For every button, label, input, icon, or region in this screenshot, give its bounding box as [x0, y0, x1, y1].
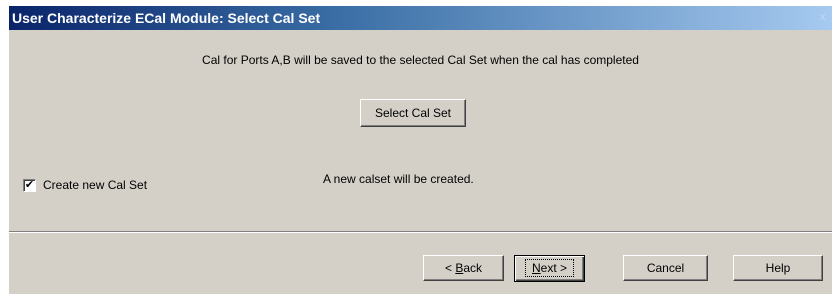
next-mnemonic: N [531, 261, 541, 275]
dialog-title: User Characterize ECal Module: Select Ca… [12, 10, 321, 26]
title-bar[interactable]: User Characterize ECal Module: Select Ca… [9, 6, 832, 30]
next-focus-rect: Next > [524, 259, 575, 277]
dialog-window: User Characterize ECal Module: Select Ca… [9, 6, 832, 294]
create-new-cal-set-label[interactable]: Create new Cal Set [43, 178, 147, 192]
back-prefix: < [444, 261, 456, 275]
create-new-cal-set-row[interactable]: ✔ Create new Cal Set [23, 177, 147, 193]
select-cal-set-button[interactable]: Select Cal Set [360, 99, 466, 127]
back-rest: ack [463, 261, 483, 275]
separator [9, 231, 832, 233]
next-button[interactable]: Next > [514, 255, 585, 282]
back-button[interactable]: < Back [423, 255, 504, 281]
status-text: A new calset will be created. [323, 172, 474, 186]
create-new-cal-set-checkbox[interactable]: ✔ [23, 178, 36, 192]
info-text: Cal for Ports A,B will be saved to the s… [202, 53, 639, 67]
checkmark-icon: ✔ [24, 178, 35, 191]
next-rest: ext > [540, 261, 568, 275]
help-button[interactable]: Help [733, 255, 823, 281]
cancel-button[interactable]: Cancel [623, 255, 708, 281]
close-icon[interactable]: x [820, 10, 830, 24]
